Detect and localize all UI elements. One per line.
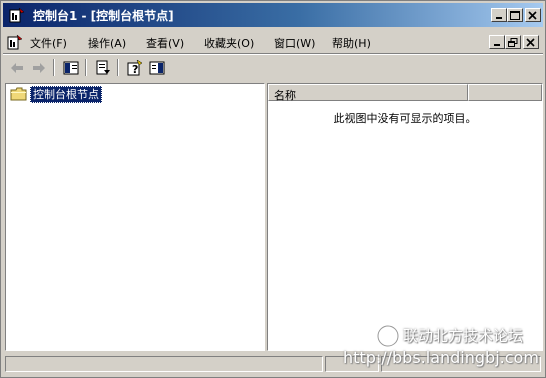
child-close-button[interactable]: [523, 35, 539, 49]
title-bar[interactable]: 控制台1 - [控制台根节点]: [3, 3, 543, 27]
help-button[interactable]: ?: [125, 58, 145, 78]
menu-window[interactable]: 窗口(W): [274, 35, 315, 51]
menu-favorites[interactable]: 收藏夹(O): [204, 35, 254, 51]
close-button[interactable]: [525, 8, 541, 22]
svg-text:?: ?: [132, 63, 138, 76]
menu-bar: 文件(F) 操作(A) 查看(V) 收藏夹(O) 窗口(W) 帮助(H): [3, 30, 543, 52]
minimize-icon: [496, 17, 502, 19]
back-button[interactable]: [7, 58, 27, 78]
toolbar-separator: [53, 59, 55, 76]
column-header-label: 名称: [274, 89, 296, 102]
help-icon: ?: [127, 60, 143, 76]
show-hide-tree-icon: [63, 61, 79, 75]
watermark: 联动北方技术论坛 http://bbs.landingbj.com: [343, 323, 543, 373]
window-title: 控制台1 - [控制台根节点]: [33, 9, 174, 23]
watermark-text: 联动北方技术论坛: [403, 327, 524, 345]
export-list-button[interactable]: [93, 58, 113, 78]
maximize-icon: [510, 11, 520, 20]
forward-arrow-icon: [33, 63, 45, 73]
show-hide-action-pane-icon: [149, 61, 165, 75]
mmc-app-icon[interactable]: [7, 34, 23, 50]
column-header-empty: [468, 84, 542, 101]
menu-action[interactable]: 操作(A): [88, 35, 126, 51]
show-hide-tree-button[interactable]: [61, 58, 81, 78]
child-minimize-button[interactable]: [489, 35, 505, 49]
export-list-icon: [96, 60, 110, 75]
console-tree-pane[interactable]: 控制台根节点: [5, 83, 265, 351]
mmc-window: 控制台1 - [控制台根节点] 文件(F) 操作(A) 查看(V) 收藏夹(O)…: [0, 0, 546, 378]
forward-button[interactable]: [29, 58, 49, 78]
folder-icon: [10, 87, 28, 104]
restore-icon: [508, 38, 518, 47]
toolbar: ?: [3, 56, 543, 80]
close-icon: [528, 11, 537, 20]
child-restore-button[interactable]: [505, 35, 521, 49]
watermark-url: http://bbs.landingbj.com: [343, 348, 539, 367]
status-panel-1: [5, 356, 323, 372]
menu-file[interactable]: 文件(F): [30, 35, 67, 51]
tree-node-label[interactable]: 控制台根节点: [30, 86, 102, 103]
back-arrow-icon: [11, 63, 23, 73]
mmc-app-icon: [9, 7, 25, 23]
toolbar-separator: [85, 59, 87, 76]
show-hide-action-pane-button[interactable]: [147, 58, 167, 78]
menu-help[interactable]: 帮助(H): [332, 35, 371, 51]
menu-separator: [3, 53, 543, 55]
column-header-name[interactable]: 名称: [268, 84, 468, 102]
results-pane[interactable]: 名称 此视图中没有可显示的项目。: [267, 83, 543, 351]
menu-view[interactable]: 查看(V): [146, 35, 184, 51]
toolbar-separator: [117, 59, 119, 76]
minimize-icon: [494, 44, 500, 46]
close-icon: [526, 38, 535, 47]
minimize-button[interactable]: [491, 8, 507, 22]
empty-list-message: 此视图中没有可显示的项目。: [333, 112, 477, 125]
maximize-button[interactable]: [507, 8, 523, 22]
